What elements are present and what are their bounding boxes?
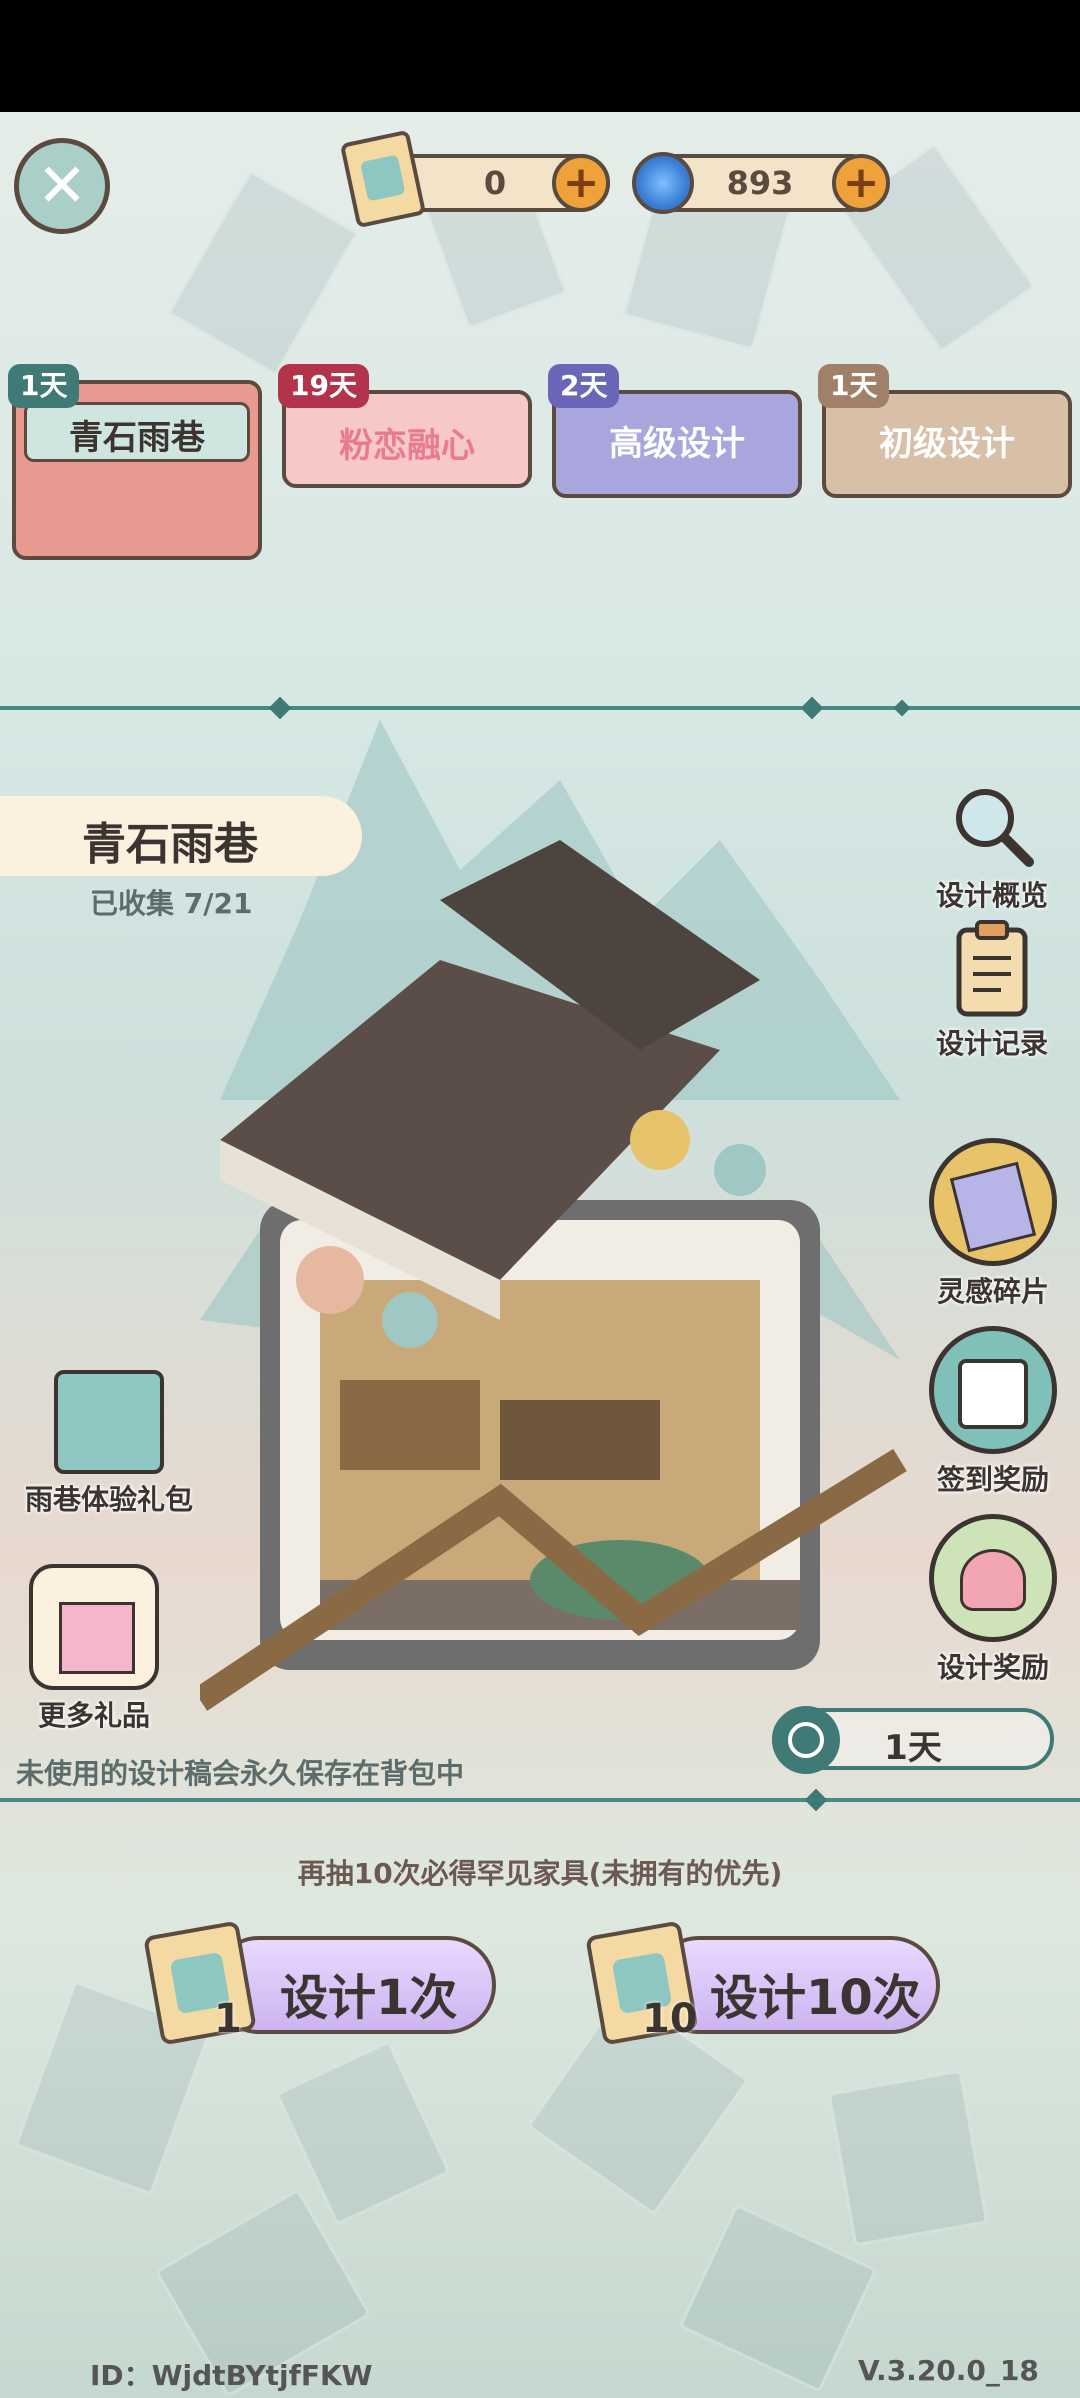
- divider: [0, 706, 1080, 710]
- inspiration-fragments-label: 灵感碎片: [936, 1275, 1049, 1308]
- more-gifts-button[interactable]: 更多礼品: [4, 1564, 184, 1734]
- design-ten-cost: 10: [642, 1996, 698, 2042]
- inspiration-fragments-button[interactable]: 灵感碎片: [918, 1138, 1068, 1310]
- timer-text: 1天: [884, 1728, 942, 1768]
- close-button[interactable]: ✕: [14, 138, 110, 234]
- rain-alley-pack-button[interactable]: 雨巷体验礼包: [4, 1370, 214, 1518]
- more-gifts-label: 更多礼品: [37, 1699, 150, 1732]
- design-reward-label: 设计奖励: [936, 1651, 1049, 1684]
- tab-label: 青石雨巷: [69, 418, 205, 458]
- tab-timer-badge: 19天: [278, 364, 369, 408]
- design-reward-button[interactable]: 设计奖励: [918, 1514, 1068, 1686]
- design-ten-label: 设计10次: [710, 1970, 921, 2026]
- close-icon: ✕: [36, 151, 88, 221]
- design-overview-button[interactable]: 设计概览: [922, 780, 1062, 914]
- rain-alley-pack-label: 雨巷体验礼包: [24, 1483, 193, 1516]
- event-timer: 1天: [772, 1706, 1054, 1774]
- tab-label: 初级设计: [879, 424, 1015, 464]
- design-records-label: 设计记录: [935, 1027, 1048, 1060]
- lotus-icon: [929, 1514, 1057, 1642]
- checkin-reward-label: 签到奖励: [936, 1463, 1049, 1496]
- divider: [0, 1798, 1080, 1802]
- design-scroll-icon: [339, 129, 427, 229]
- design-once-label: 设计1次: [280, 1970, 458, 2026]
- player-id: ID：WjdtBYtjfFKW: [90, 2359, 373, 2392]
- tab-label: 高级设计: [609, 424, 745, 464]
- tab-timer-badge: 2天: [548, 364, 620, 408]
- tab-timer-badge: 1天: [8, 364, 80, 408]
- design-overview-label: 设计概览: [935, 879, 1048, 912]
- app-version: V.3.20.0_18: [858, 2354, 1039, 2387]
- magnifier-icon: [956, 789, 1034, 867]
- gift-box-icon: [29, 1564, 159, 1690]
- add-scroll-button[interactable]: +: [552, 154, 610, 212]
- pity-hint: 再抽10次必得罕见家具(未拥有的优先): [297, 1857, 783, 1890]
- storage-notice: 未使用的设计稿会永久保存在背包中: [16, 1757, 465, 1790]
- design-records-button[interactable]: 设计记录: [922, 918, 1062, 1062]
- status-bar: [0, 0, 1080, 112]
- swirl-gem-icon: [632, 152, 694, 214]
- add-gem-button[interactable]: +: [832, 154, 890, 212]
- design-once-cost: 1: [214, 1996, 242, 2042]
- gift-pack-icon: [54, 1370, 164, 1474]
- calendar-icon: [929, 1326, 1057, 1454]
- tab-timer-badge: 1天: [818, 364, 890, 408]
- collection-title: 青石雨巷: [82, 819, 258, 870]
- clipboard-icon: [956, 920, 1028, 1017]
- tab-label: 粉恋融心: [339, 426, 475, 466]
- fragment-icon: [929, 1138, 1057, 1266]
- collection-progress: 已收集 7/21: [90, 887, 253, 920]
- checkin-reward-button[interactable]: 签到奖励: [918, 1326, 1068, 1498]
